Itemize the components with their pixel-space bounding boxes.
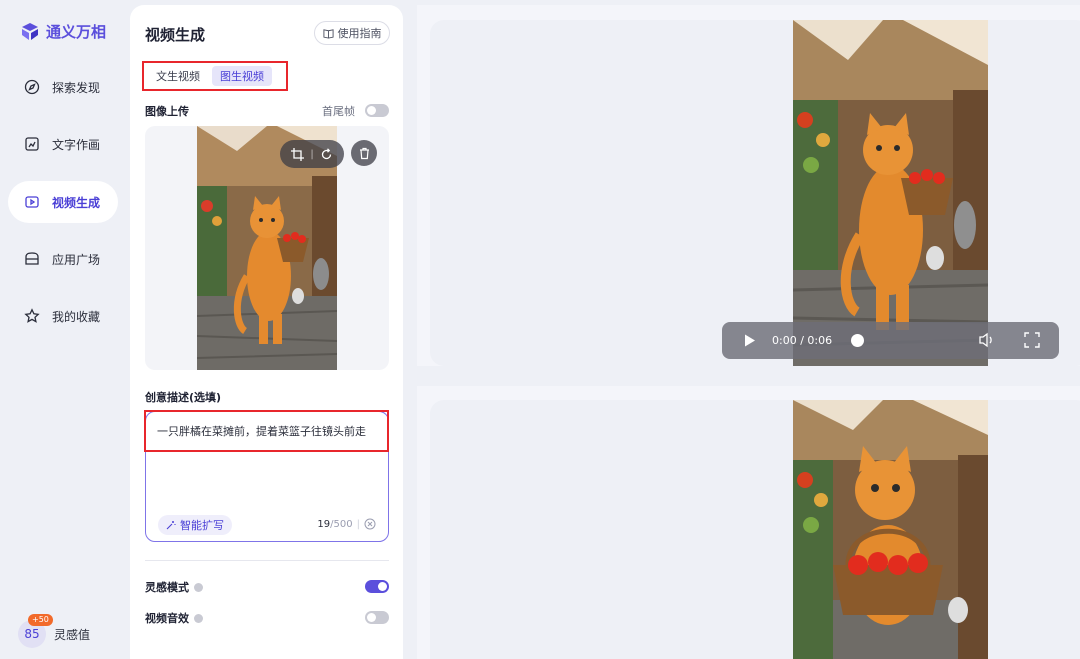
fullscreen-icon[interactable] <box>1024 332 1040 348</box>
tab-image-to-video[interactable]: 图生视频 <box>212 66 272 86</box>
tab-text-to-video[interactable]: 文生视频 <box>148 66 208 86</box>
inspiration-mode-text: 灵感模式 <box>145 581 189 594</box>
user-guide-button[interactable]: 使用指南 <box>314 21 390 45</box>
image-upload-area[interactable]: | <box>145 126 389 370</box>
divider <box>145 560 389 561</box>
video-controls: 0:00 / 0:06 <box>722 322 1059 359</box>
nav-item-favorites[interactable]: 我的收藏 <box>8 295 118 337</box>
delete-image-button[interactable] <box>351 140 377 166</box>
star-icon <box>24 308 40 323</box>
char-max: /500 <box>330 518 353 530</box>
inspiration-mode-toggle[interactable] <box>365 580 389 593</box>
volume-icon[interactable] <box>978 332 996 348</box>
prompt-textarea[interactable]: 一只胖橘在菜摊前，提着菜篮子往镜头前走 智能扩写 19/500 | <box>144 410 389 542</box>
app-name: 通义万相 <box>46 22 107 41</box>
char-count: 19 <box>317 518 331 530</box>
video-preview-1[interactable] <box>793 20 988 366</box>
video-time: 0:00 / 0:06 <box>772 334 832 347</box>
play-icon[interactable] <box>744 334 756 347</box>
time-total: / 0:06 <box>800 334 833 347</box>
first-last-frame-label: 首尾帧 <box>322 105 355 118</box>
magic-wand-icon <box>166 521 176 530</box>
first-last-frame-toggle[interactable] <box>365 104 389 117</box>
smart-expand-button[interactable]: 智能扩写 <box>158 515 232 535</box>
rotate-icon[interactable] <box>320 147 333 161</box>
smart-expand-label: 智能扩写 <box>180 519 224 532</box>
info-icon[interactable] <box>194 613 203 623</box>
inspiration-points[interactable]: 85 +50 灵感值 <box>18 614 91 648</box>
nav-item-explore[interactable]: 探索发现 <box>8 66 118 108</box>
trash-icon <box>359 147 369 159</box>
app-logo[interactable]: 通义万相 <box>20 20 106 42</box>
char-counter: 19/500 | <box>317 518 376 530</box>
nav-item-label: 探索发现 <box>52 80 101 95</box>
sidebar-nav: 通义万相 探索发现 文字作画 视频生成 应用广场 我的收藏 85 +50 灵感值 <box>0 0 128 659</box>
points-label: 灵感值 <box>54 627 91 642</box>
compass-icon <box>24 79 40 95</box>
video-preview-2[interactable] <box>793 400 988 659</box>
mode-tabs: 文生视频 图生视频 <box>142 61 288 91</box>
nav-item-label: 文字作画 <box>52 137 101 152</box>
video-play-icon <box>25 196 39 208</box>
crop-icon[interactable] <box>291 147 305 161</box>
book-icon <box>322 28 334 39</box>
clear-icon[interactable] <box>364 518 376 530</box>
points-value: 85 <box>24 627 40 641</box>
video-sound-toggle[interactable] <box>365 611 389 624</box>
user-guide-label: 使用指南 <box>337 27 382 40</box>
inspiration-mode-label: 灵感模式 <box>145 579 203 595</box>
nav-item-app-square[interactable]: 应用广场 <box>8 238 118 280</box>
time-current: 0:00 <box>772 334 797 347</box>
cat-market-video-frame <box>793 400 988 659</box>
nav-item-label: 我的收藏 <box>52 309 101 324</box>
image-edit-icon <box>25 137 39 151</box>
cat-market-video-frame <box>793 20 988 366</box>
prompt-text[interactable]: 一只胖橘在菜摊前，提着菜篮子往镜头前走 <box>144 410 389 452</box>
video-sound-label: 视频音效 <box>145 610 203 626</box>
nav-item-video-generation[interactable]: 视频生成 <box>8 181 118 223</box>
store-icon <box>25 252 39 265</box>
generation-panel: 视频生成 使用指南 文生视频 图生视频 图像上传 首尾帧 | 创意描述(选填) … <box>130 5 403 659</box>
logo-icon <box>22 23 38 40</box>
info-icon[interactable] <box>194 582 203 592</box>
upload-label: 图像上传 <box>145 105 189 118</box>
image-tools: | <box>280 140 344 168</box>
prompt-label: 创意描述(选填) <box>145 391 222 404</box>
panel-title: 视频生成 <box>145 26 206 44</box>
video-sound-text: 视频音效 <box>145 612 189 625</box>
nav-item-label: 应用广场 <box>52 252 101 267</box>
progress-knob[interactable] <box>851 334 864 347</box>
nav-item-label: 视频生成 <box>52 195 101 210</box>
nav-item-text-to-image[interactable]: 文字作画 <box>8 123 118 165</box>
points-badge: +50 <box>28 614 53 626</box>
points-avatar: 85 +50 <box>18 614 53 648</box>
